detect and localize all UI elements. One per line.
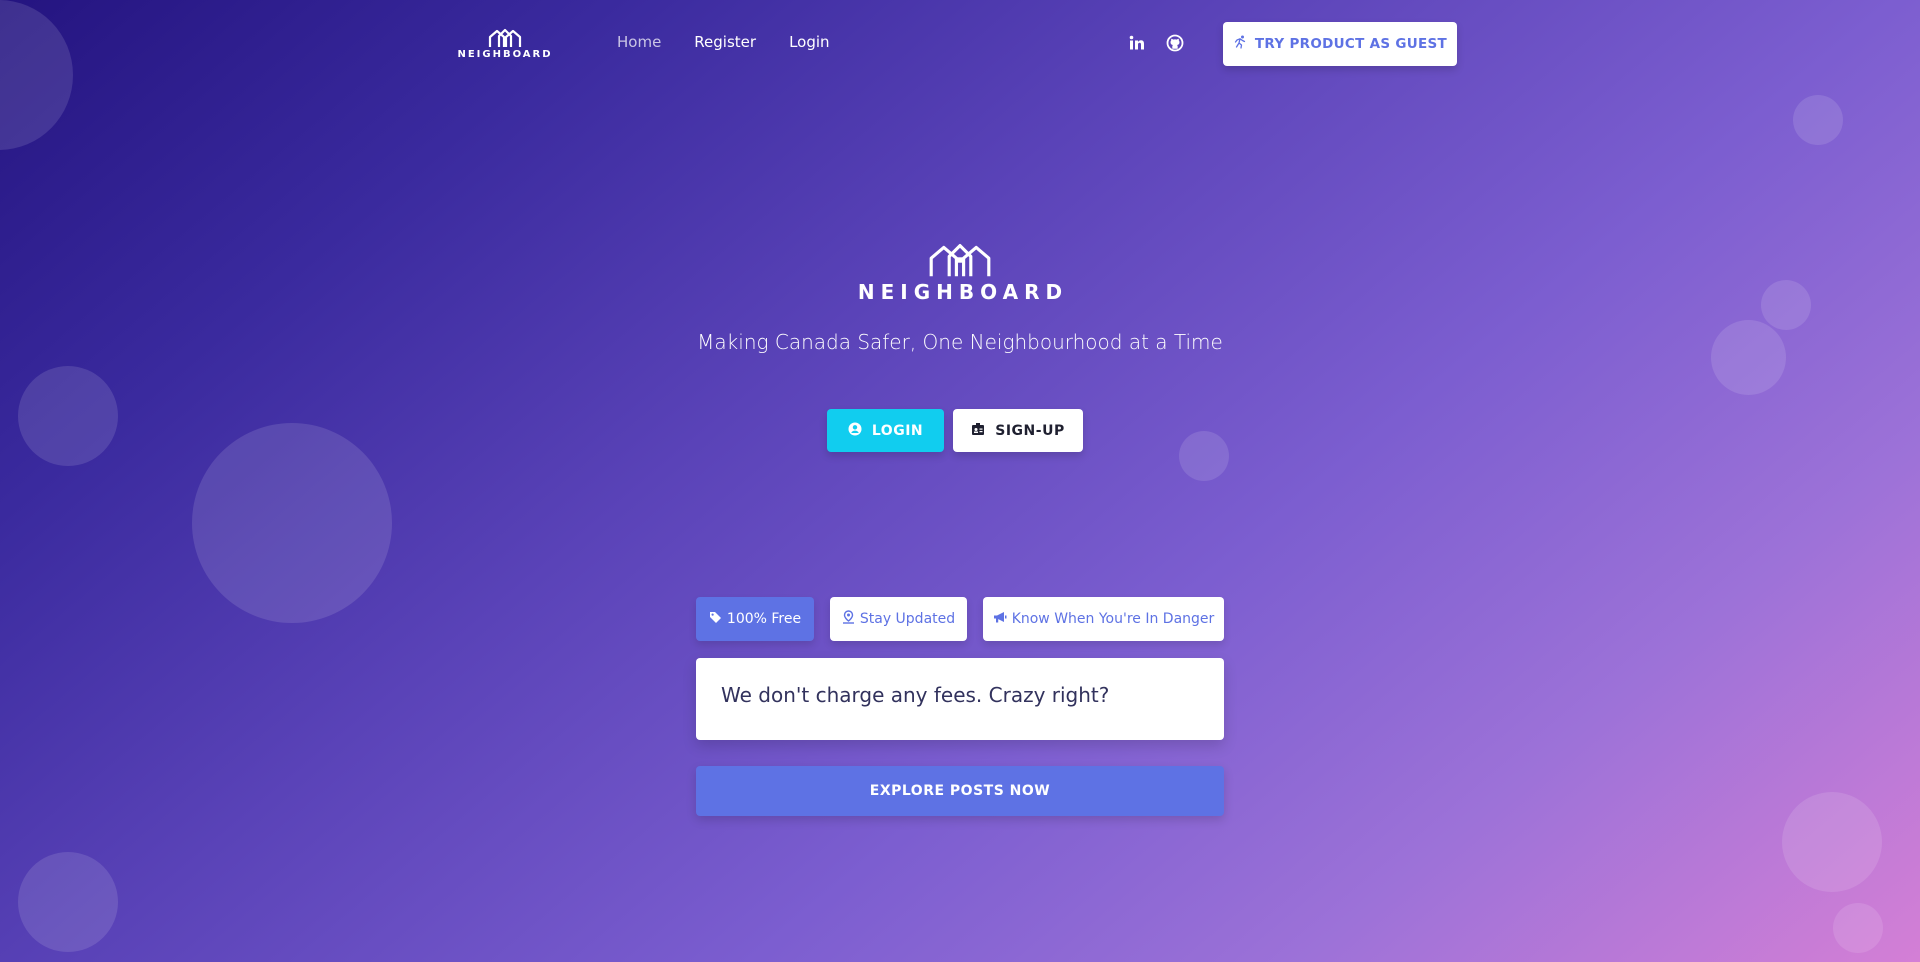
tab-stay-updated[interactable]: Stay Updated <box>830 597 967 641</box>
background-bubble <box>18 852 118 952</box>
background-bubble <box>1179 431 1229 481</box>
hero-logo-text: NEIGHBOARD <box>857 280 1069 304</box>
top-navbar: NEIGHBOARD Home Register Login TRY PRODU… <box>0 0 1920 88</box>
tab-free[interactable]: 100% Free <box>696 597 814 641</box>
brand-logo[interactable]: NEIGHBOARD <box>455 28 555 62</box>
houses-logo-icon <box>929 244 991 277</box>
user-circle-icon <box>848 422 862 440</box>
map-pin-icon <box>842 610 855 628</box>
nav-link-login[interactable]: Login <box>789 33 829 51</box>
feature-tabs: 100% Free Stay Updated Know When You're … <box>696 597 1224 641</box>
tab-free-label: 100% Free <box>726 611 802 627</box>
background-bubble <box>192 423 392 623</box>
tab-danger-alerts-label: Know When You're In Danger <box>1011 611 1215 627</box>
id-card-icon <box>971 422 985 440</box>
running-person-icon <box>1233 35 1247 53</box>
tab-stay-updated-label: Stay Updated <box>859 611 956 627</box>
feature-tab-panel: We don't charge any fees. Crazy right? <box>696 658 1224 740</box>
login-button[interactable]: LOGIN <box>827 409 944 452</box>
houses-logo-icon <box>488 28 522 47</box>
explore-posts-button[interactable]: EXPLORE POSTS NOW <box>696 766 1224 816</box>
background-bubble <box>1782 792 1882 892</box>
linkedin-icon[interactable] <box>1128 34 1146 52</box>
login-button-label: LOGIN <box>871 422 924 439</box>
try-as-guest-label: TRY PRODUCT AS GUEST <box>1254 36 1448 52</box>
background-bubble <box>1833 903 1883 953</box>
megaphone-icon <box>993 611 1007 628</box>
background-bubble <box>1761 280 1811 330</box>
background-bubble <box>18 366 118 466</box>
signup-button-label: SIGN-UP <box>995 422 1065 439</box>
nav-link-register[interactable]: Register <box>694 33 756 51</box>
hero-tagline: Making Canada Safer, One Neighbourhood a… <box>697 330 1223 354</box>
brand-name: NEIGHBOARD <box>457 49 553 60</box>
nav-links: Home Register Login <box>617 33 830 51</box>
github-icon[interactable] <box>1166 34 1184 52</box>
tag-icon <box>709 611 722 628</box>
try-as-guest-button[interactable]: TRY PRODUCT AS GUEST <box>1223 22 1457 66</box>
social-links <box>1128 34 1184 52</box>
hero-logo: NEIGHBOARD <box>858 242 1062 304</box>
feature-tab-panel-text: We don't charge any fees. Crazy right? <box>721 683 1110 707</box>
background-bubble <box>1793 95 1843 145</box>
nav-link-home[interactable]: Home <box>617 33 661 51</box>
tab-danger-alerts[interactable]: Know When You're In Danger <box>983 597 1224 641</box>
signup-button[interactable]: SIGN-UP <box>953 409 1083 452</box>
